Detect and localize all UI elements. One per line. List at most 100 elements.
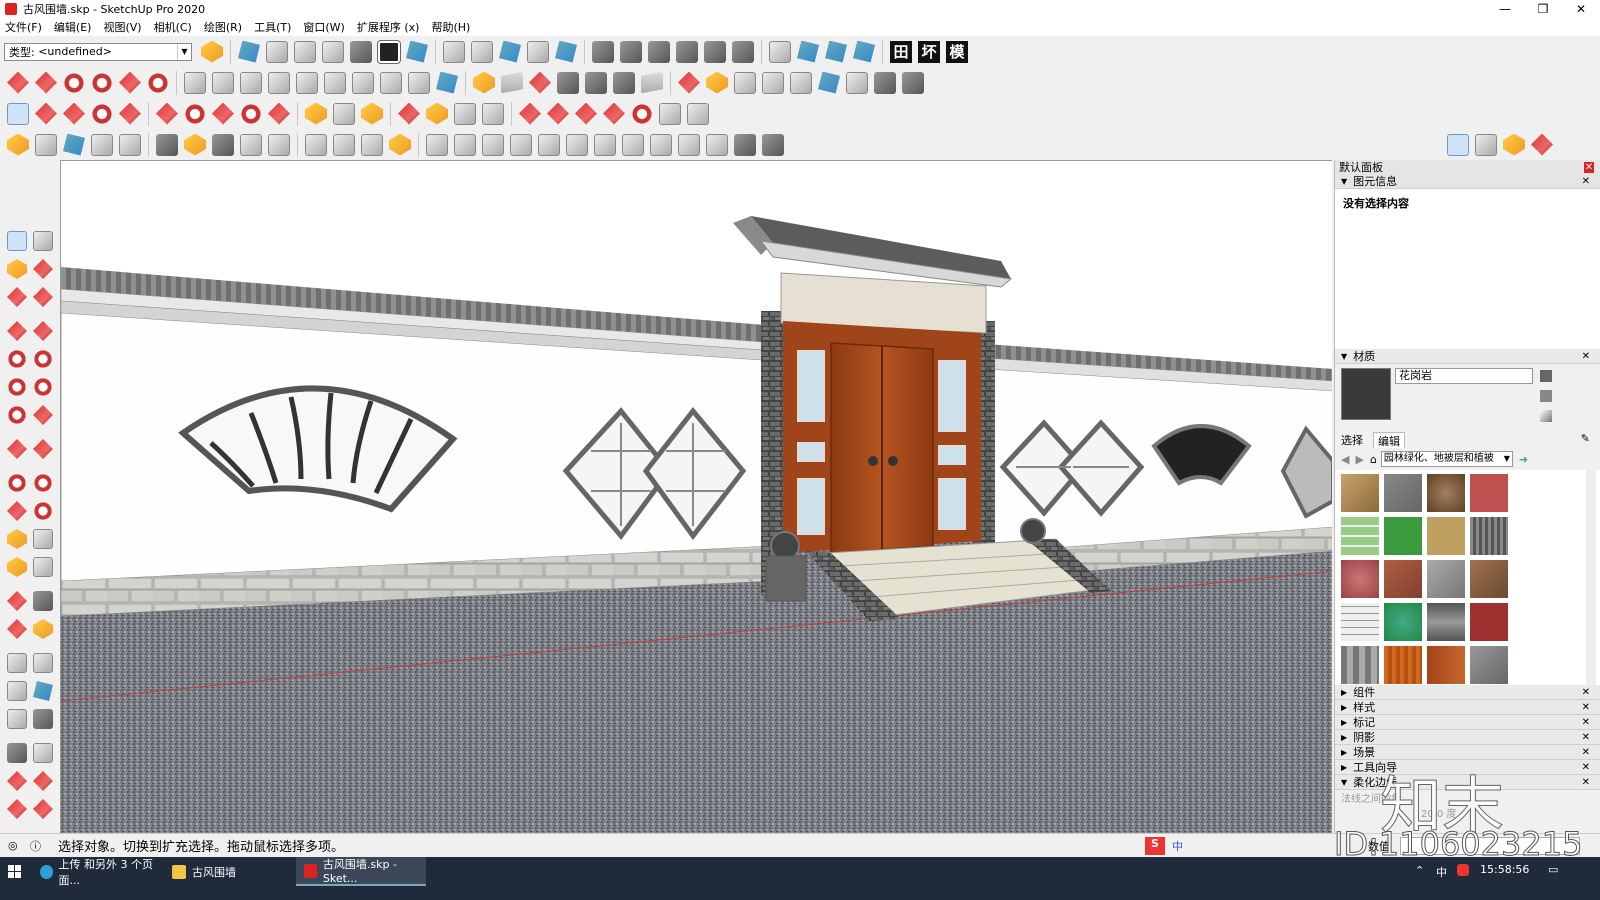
component-icon[interactable] (156, 133, 178, 156)
section-plane-icon[interactable] (797, 40, 819, 63)
orbit-icon[interactable] (7, 619, 27, 639)
menu-camera[interactable]: 相机(C) (154, 19, 192, 35)
material-name-input[interactable]: 花岗岩 (1395, 368, 1533, 384)
text-icon[interactable] (333, 102, 355, 125)
close-icon[interactable]: ✕ (1582, 762, 1590, 773)
axes-icon[interactable] (7, 591, 27, 611)
material-preview-swatch[interactable] (1341, 368, 1391, 420)
stair-tool-1-icon[interactable] (426, 133, 448, 156)
forward-arrow-icon[interactable]: ▶ (1355, 453, 1363, 466)
eraser-icon[interactable] (35, 102, 57, 125)
door-tool-icon[interactable] (538, 133, 560, 156)
paint-bucket-icon[interactable] (361, 102, 383, 125)
solid-intersect-icon[interactable] (648, 40, 670, 63)
menu-window[interactable]: 窗口(W) (303, 19, 344, 35)
grid-settings-icon[interactable] (240, 133, 262, 156)
taskbar-item-folder[interactable]: 古风围墙 (164, 857, 294, 886)
style-icon[interactable] (380, 71, 402, 94)
report-icon[interactable] (296, 71, 318, 94)
layout-icon[interactable] (240, 71, 262, 94)
material-swatch[interactable] (1384, 474, 1422, 512)
select-arrow-icon[interactable] (7, 102, 29, 125)
chat-icon[interactable] (361, 133, 383, 156)
previous-view-icon[interactable] (818, 71, 840, 94)
eyedropper-icon[interactable]: ✎ (1581, 432, 1590, 448)
rotate-2-icon[interactable] (240, 102, 262, 125)
walk-icon[interactable] (902, 71, 924, 94)
tray-section[interactable]: ▶ 标记 ✕ (1335, 715, 1600, 730)
zoom-window-icon[interactable] (33, 653, 53, 673)
menu-file[interactable]: 文件(F) (5, 19, 42, 35)
position-camera-icon[interactable] (7, 709, 27, 729)
material-swatch[interactable] (1384, 603, 1422, 641)
section-cut-icon[interactable] (853, 40, 875, 63)
taskbar-clock[interactable]: 15:58:56 (1480, 863, 1529, 876)
back-view-icon[interactable] (350, 40, 372, 63)
close-icon[interactable]: ✕ (1582, 747, 1590, 758)
material-swatch[interactable] (1470, 603, 1508, 641)
select-icon[interactable] (7, 231, 27, 251)
circle-icon[interactable] (7, 349, 27, 369)
tape-measure-icon[interactable] (7, 529, 27, 549)
swatch-scrollbar[interactable] (1586, 470, 1596, 685)
material-swatch[interactable] (1384, 560, 1422, 598)
close-icon[interactable]: ✕ (1582, 351, 1590, 362)
solid-subtract-icon[interactable] (676, 40, 698, 63)
pan-icon[interactable] (706, 71, 728, 94)
pan-2-icon[interactable] (426, 102, 448, 125)
model-viewport[interactable] (60, 160, 1332, 833)
flip-edge-icon[interactable] (613, 71, 635, 94)
render-icon[interactable] (91, 133, 113, 156)
three-point-arc-icon[interactable] (7, 405, 27, 425)
terrain-icon[interactable] (501, 71, 523, 94)
refresh-icon[interactable] (555, 40, 577, 63)
shield-icon[interactable] (7, 133, 29, 156)
material-swatch[interactable] (1427, 517, 1465, 555)
line-icon[interactable] (7, 287, 27, 307)
solid-union-icon[interactable] (592, 40, 614, 63)
push-pull-icon[interactable] (33, 439, 53, 459)
sandbox-icon[interactable] (473, 71, 495, 94)
section-plane-icon[interactable] (33, 743, 53, 763)
table-icon[interactable] (408, 71, 430, 94)
paint-bucket-icon[interactable] (1540, 390, 1552, 402)
look-around-icon[interactable] (874, 71, 896, 94)
material-swatch[interactable] (1427, 603, 1465, 641)
sliders-icon[interactable] (305, 133, 327, 156)
zoom-icon[interactable] (7, 653, 27, 673)
point-tool-icon[interactable] (734, 133, 756, 156)
tray-sogou-icon[interactable] (1457, 864, 1469, 876)
rotate-icon[interactable] (7, 473, 27, 493)
sync-icon[interactable] (35, 133, 57, 156)
export-icon[interactable] (184, 71, 206, 94)
ruby-icon[interactable] (33, 799, 53, 819)
rail-tool-4-icon[interactable] (678, 133, 700, 156)
follow-me-2-icon[interactable] (184, 102, 206, 125)
polygon-icon[interactable] (33, 349, 53, 369)
rectangle-icon[interactable] (7, 321, 27, 341)
look-around-icon[interactable] (33, 709, 53, 729)
add-shield-icon[interactable] (184, 133, 206, 156)
menu-help[interactable]: 帮助(H) (431, 19, 470, 35)
maximize-button[interactable]: ❐ (1524, 0, 1562, 18)
freehand-icon[interactable] (33, 287, 53, 307)
eraser-icon[interactable] (33, 259, 53, 279)
position-camera-icon[interactable] (846, 71, 868, 94)
tray-chevron-icon[interactable]: ⌃ (1415, 864, 1424, 877)
close-icon[interactable]: ✕ (1582, 777, 1590, 788)
close-icon[interactable]: ✕ (1582, 717, 1590, 728)
component-mini-icon[interactable] (1475, 133, 1497, 156)
drape-icon[interactable] (557, 71, 579, 94)
sliders-2-icon[interactable] (333, 133, 355, 156)
component-icon[interactable] (33, 231, 53, 251)
info-icon[interactable]: ⓘ (30, 838, 41, 854)
guide-icon[interactable] (687, 102, 709, 125)
close-button[interactable]: ✕ (1562, 0, 1600, 18)
pan-icon[interactable] (33, 619, 53, 639)
zoom-window-icon[interactable] (762, 71, 784, 94)
rectangle-icon[interactable] (119, 102, 141, 125)
pencil-icon[interactable] (63, 102, 85, 125)
rail-tool-5-icon[interactable] (706, 133, 728, 156)
dimension-icon[interactable] (33, 529, 53, 549)
fence-tool-icon[interactable] (566, 133, 588, 156)
